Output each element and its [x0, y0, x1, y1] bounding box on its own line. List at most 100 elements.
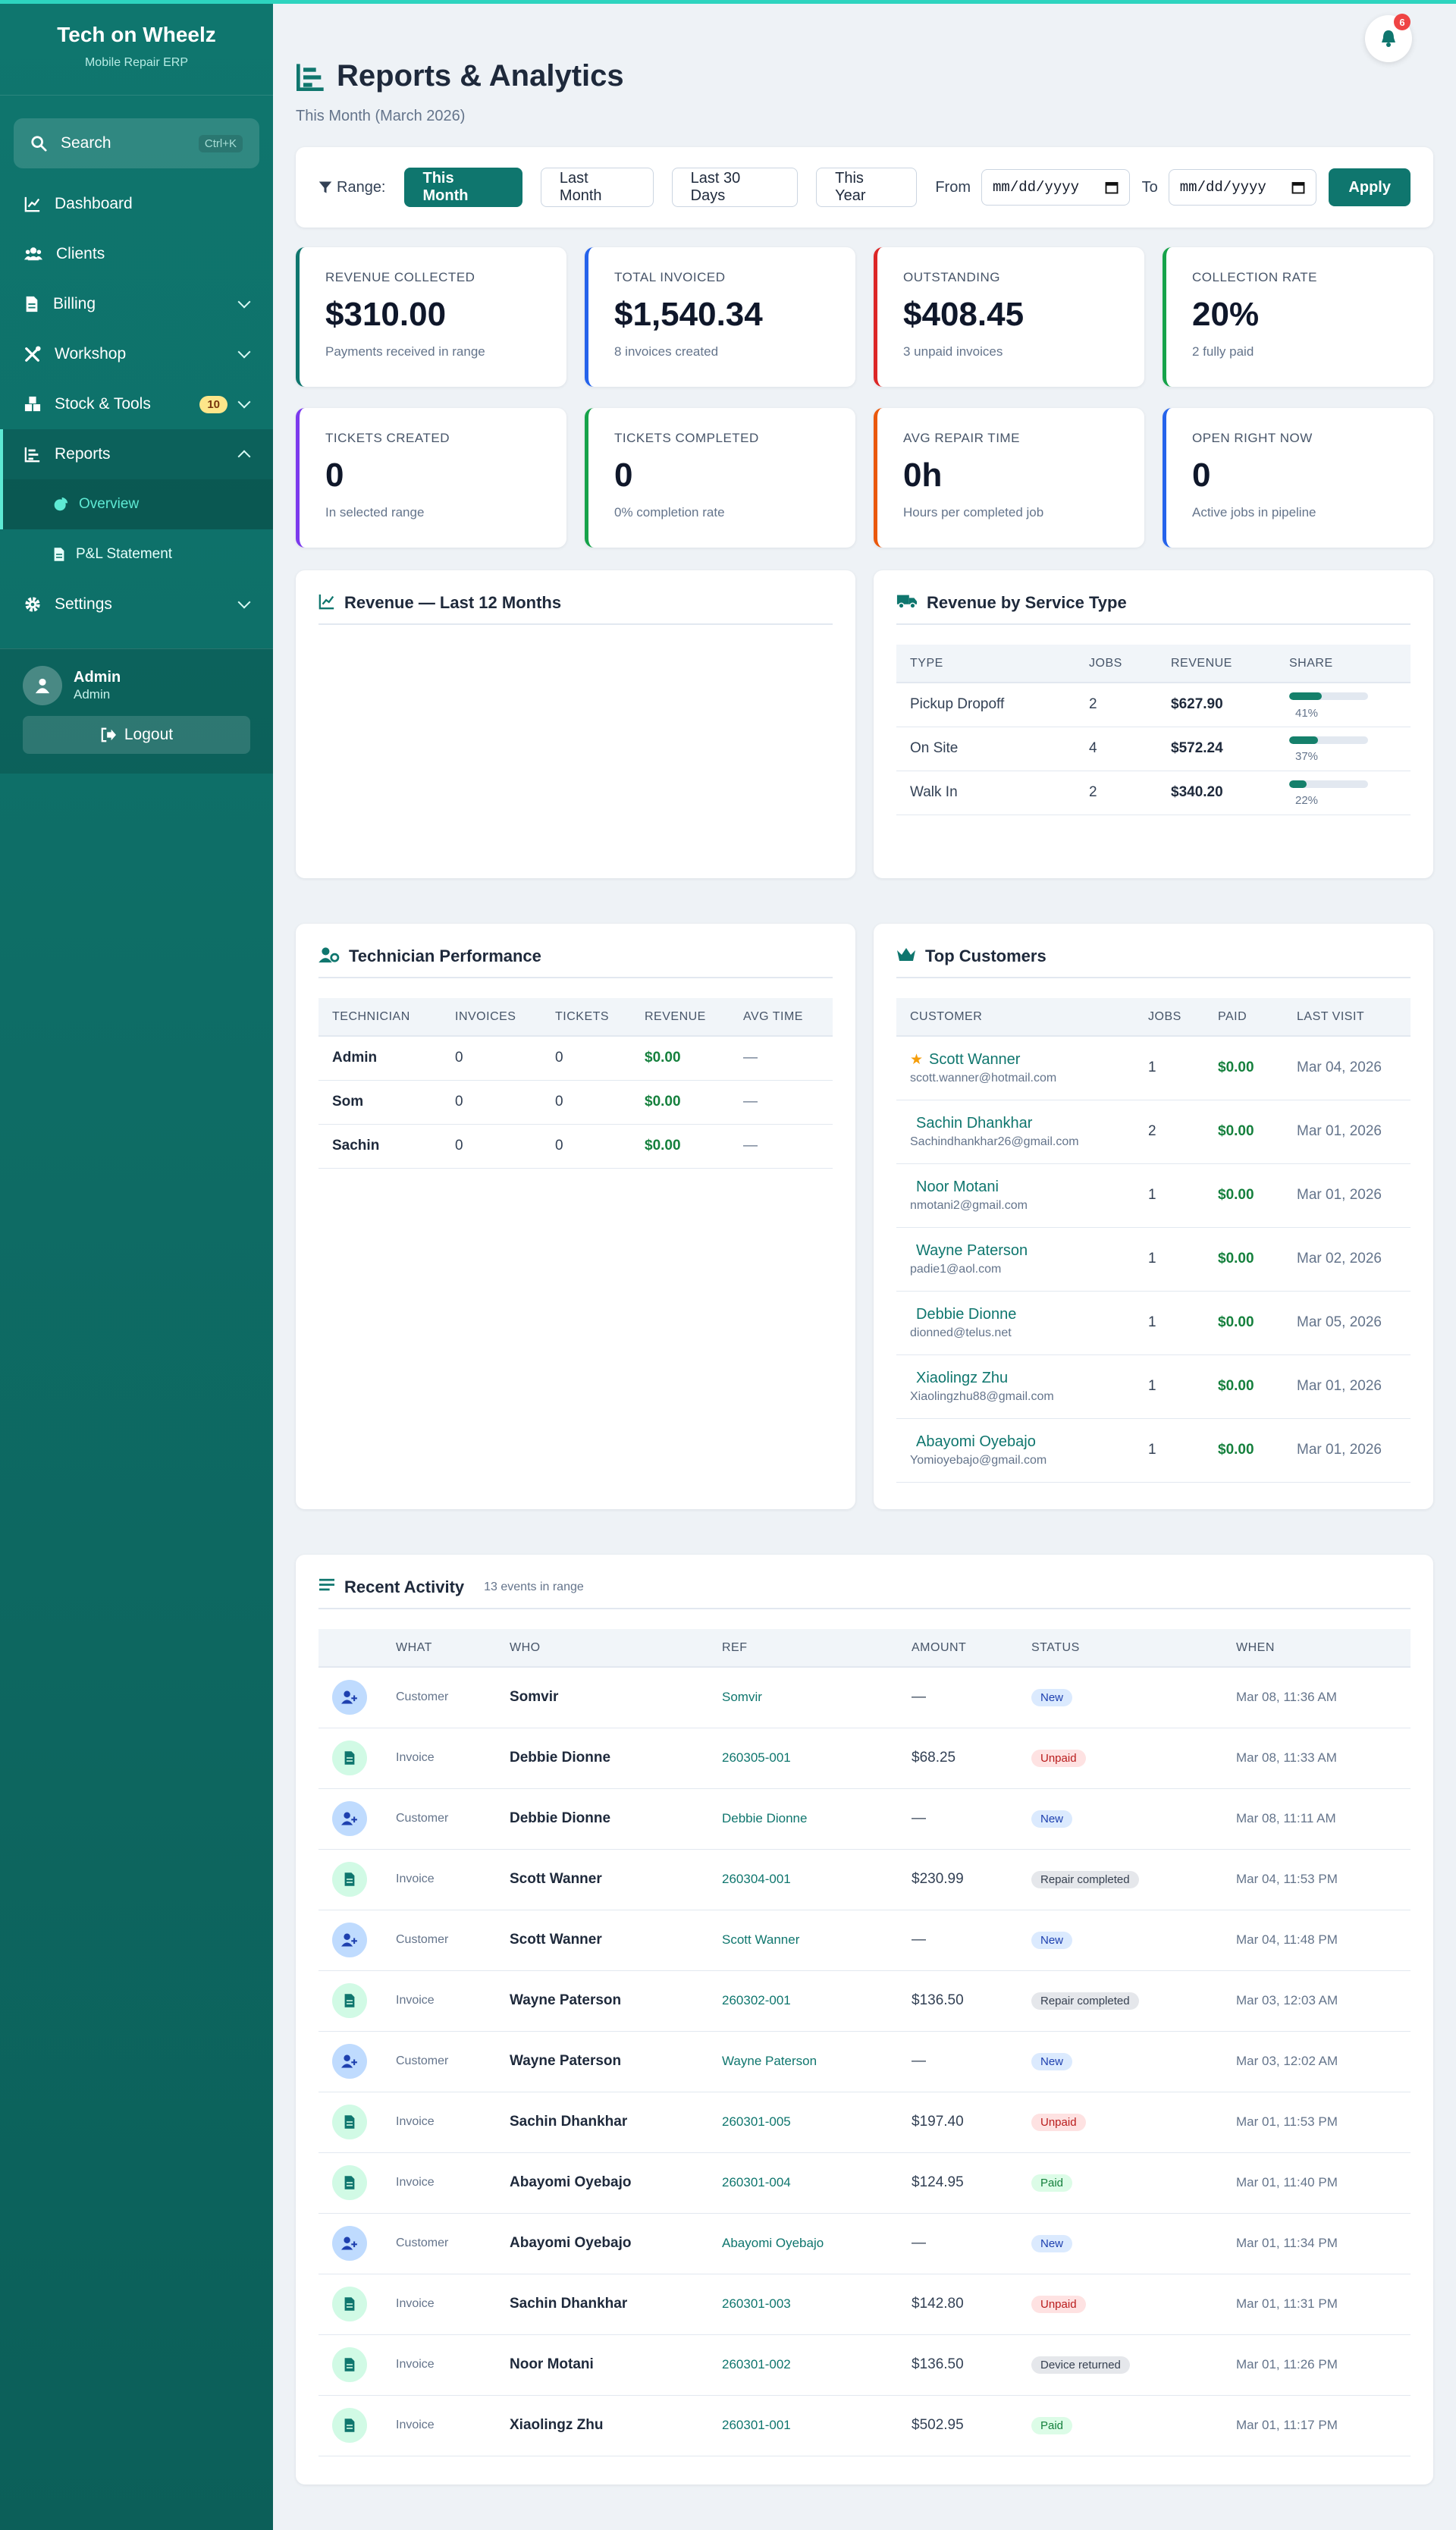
activity-ref-link[interactable]: Somvir	[708, 1667, 898, 1728]
customer-name-line: Debbie Dionne	[910, 1306, 1121, 1323]
calendar-icon	[1291, 182, 1305, 194]
user-gear-icon	[318, 947, 340, 963]
user-plus-icon	[332, 1923, 367, 1957]
customer-jobs: 1	[1134, 1227, 1204, 1292]
status-badge: New	[1031, 2234, 1073, 2252]
activity-kind: Invoice	[382, 2334, 496, 2396]
customer-name-link[interactable]: Scott Wanner	[929, 1051, 1020, 1068]
stat-value: $310.00	[325, 296, 447, 333]
customer-name-line: ★ Scott Wanner	[910, 1051, 1121, 1069]
activity-amount: —	[898, 2213, 1018, 2274]
activity-ref-link[interactable]: 260301-002	[708, 2334, 898, 2396]
range-this-month-button[interactable]: This Month	[403, 168, 522, 207]
range-last-month-button[interactable]: Last Month	[540, 168, 654, 207]
stat-value: $1,540.34	[614, 296, 763, 333]
customer-name-link[interactable]: Abayomi Oyebajo	[916, 1433, 1036, 1450]
activity-amount: —	[898, 2031, 1018, 2092]
users-icon	[24, 247, 42, 261]
activity-ref-link[interactable]: Debbie Dionne	[708, 1788, 898, 1850]
stat-subtext: 2 fully paid	[1192, 344, 1254, 359]
activity-icon-cell	[318, 2395, 382, 2456]
service-revenue: $572.24	[1157, 727, 1276, 771]
stat-value: $408.45	[903, 296, 1025, 333]
to-date-input[interactable]: mm/dd/yyyy	[1168, 169, 1317, 206]
share-bar-fill	[1289, 780, 1307, 788]
revenue-chart-panel: Revenue — Last 12 Months	[296, 570, 855, 878]
activity-icon-cell	[318, 1667, 382, 1728]
invoice-icon	[332, 1862, 367, 1897]
sidebar-subitem-overview[interactable]: Overview	[0, 479, 273, 529]
sidebar-item-clients[interactable]: Clients	[0, 229, 273, 279]
activity-icon-cell	[318, 2031, 382, 2092]
activity-ref-link[interactable]: 260301-003	[708, 2274, 898, 2335]
customer-cell: Abayomi Oyebajo Yomioyebajo@gmail.com	[896, 1418, 1134, 1483]
invoice-icon	[332, 1983, 367, 2018]
activity-ref-link[interactable]: 260301-005	[708, 2092, 898, 2153]
notifications-button[interactable]: 6	[1365, 14, 1412, 62]
top-accent-line	[0, 0, 1456, 4]
stat-subtext: In selected range	[325, 505, 425, 519]
customer-cell: Xiaolingz Zhu Xiaolingzhu88@gmail.com	[896, 1354, 1134, 1419]
technician-avg-time: —	[730, 1080, 833, 1125]
stat-label: TICKETS COMPLETED	[614, 431, 759, 445]
range-last-30-days-button[interactable]: Last 30 Days	[671, 168, 799, 207]
activity-status-cell: New	[1018, 1667, 1222, 1728]
sidebar-subitem-label: Overview	[79, 496, 140, 512]
sidebar-item-label: Clients	[56, 245, 105, 262]
table-row: Invoice Sachin Dhankhar 260301-005 $197.40 U…	[318, 2092, 1410, 2153]
top-customers-table: CUSTOMER JOBS PAID LAST VISIT ★ Scott Wan…	[896, 998, 1410, 1483]
activity-ref-link[interactable]: 260304-001	[708, 1849, 898, 1910]
status-badge: Repair completed	[1031, 1870, 1139, 1888]
activity-ref-link[interactable]: 260301-004	[708, 2152, 898, 2214]
table-row: Admin 0 0 $0.00—	[318, 1036, 833, 1081]
activity-ref-link[interactable]: Wayne Paterson	[708, 2031, 898, 2092]
activity-amount: $68.25	[898, 1728, 1018, 1789]
column-header: REF	[708, 1629, 898, 1668]
panel-title-text: Revenue by Service Type	[927, 593, 1127, 612]
sidebar-item-stock-tools[interactable]: Stock & Tools 10	[0, 379, 273, 429]
technician-revenue: $0.00	[631, 1124, 730, 1169]
from-date-input[interactable]: mm/dd/yyyy	[981, 169, 1130, 206]
line-chart-icon	[318, 594, 334, 610]
technician-name: Sachin	[318, 1124, 441, 1169]
sidebar-item-reports[interactable]: Reports	[0, 429, 273, 479]
activity-ref-link[interactable]: Abayomi Oyebajo	[708, 2213, 898, 2274]
sidebar-item-settings[interactable]: Settings	[0, 579, 273, 629]
activity-ref-link[interactable]: 260301-001	[708, 2395, 898, 2456]
customer-jobs: 1	[1134, 1418, 1204, 1483]
activity-status-cell: Unpaid	[1018, 2092, 1222, 2153]
customer-name-link[interactable]: Debbie Dionne	[916, 1306, 1016, 1323]
sidebar-item-workshop[interactable]: Workshop	[0, 329, 273, 379]
sidebar-item-billing[interactable]: Billing	[0, 279, 273, 329]
activity-ref-link[interactable]: 260302-001	[708, 1970, 898, 2032]
sidebar-item-dashboard[interactable]: Dashboard	[0, 179, 273, 229]
search-button[interactable]: Search Ctrl+K	[14, 118, 259, 168]
activity-who: Somvir	[496, 1667, 708, 1728]
customer-name-link[interactable]: Wayne Paterson	[916, 1242, 1028, 1259]
customer-last-visit: Mar 05, 2026	[1283, 1291, 1410, 1355]
recent-activity-table-body: Customer Somvir Somvir — New Mar 08, 11:36 AM…	[318, 1667, 1410, 2456]
activity-count: 13 events in range	[484, 1580, 584, 1593]
stat-value: 0	[614, 457, 633, 494]
customer-name-link[interactable]: Xiaolingz Zhu	[916, 1370, 1008, 1386]
apply-button[interactable]: Apply	[1329, 168, 1410, 206]
logout-button[interactable]: Logout	[23, 716, 250, 754]
range-this-year-button[interactable]: This Year	[816, 168, 918, 207]
invoice-icon	[332, 2408, 367, 2443]
share-bar	[1289, 736, 1368, 744]
stat-subtext: 3 unpaid invoices	[903, 344, 1003, 359]
activity-ref-link[interactable]: Scott Wanner	[708, 1910, 898, 1971]
activity-who: Debbie Dionne	[496, 1788, 708, 1850]
column-header: TECHNICIAN	[318, 998, 441, 1037]
activity-when: Mar 01, 11:34 PM	[1222, 2213, 1410, 2274]
stat-card: TICKETS CREATED 0 In selected range	[296, 408, 566, 548]
status-badge: Device returned	[1031, 2356, 1130, 2374]
technician-invoices: 0	[441, 1080, 541, 1125]
activity-ref-link[interactable]: 260305-001	[708, 1728, 898, 1789]
activity-status-cell: Device returned	[1018, 2334, 1222, 2396]
customer-name-link[interactable]: Sachin Dhankhar	[916, 1115, 1032, 1132]
sidebar-subitem-pl-statement[interactable]: P&L Statement	[0, 529, 273, 579]
user-plus-icon	[332, 1680, 367, 1715]
customer-name-link[interactable]: Noor Motani	[916, 1179, 999, 1195]
customer-cell: Noor Motani nmotani2@gmail.com	[896, 1163, 1134, 1228]
